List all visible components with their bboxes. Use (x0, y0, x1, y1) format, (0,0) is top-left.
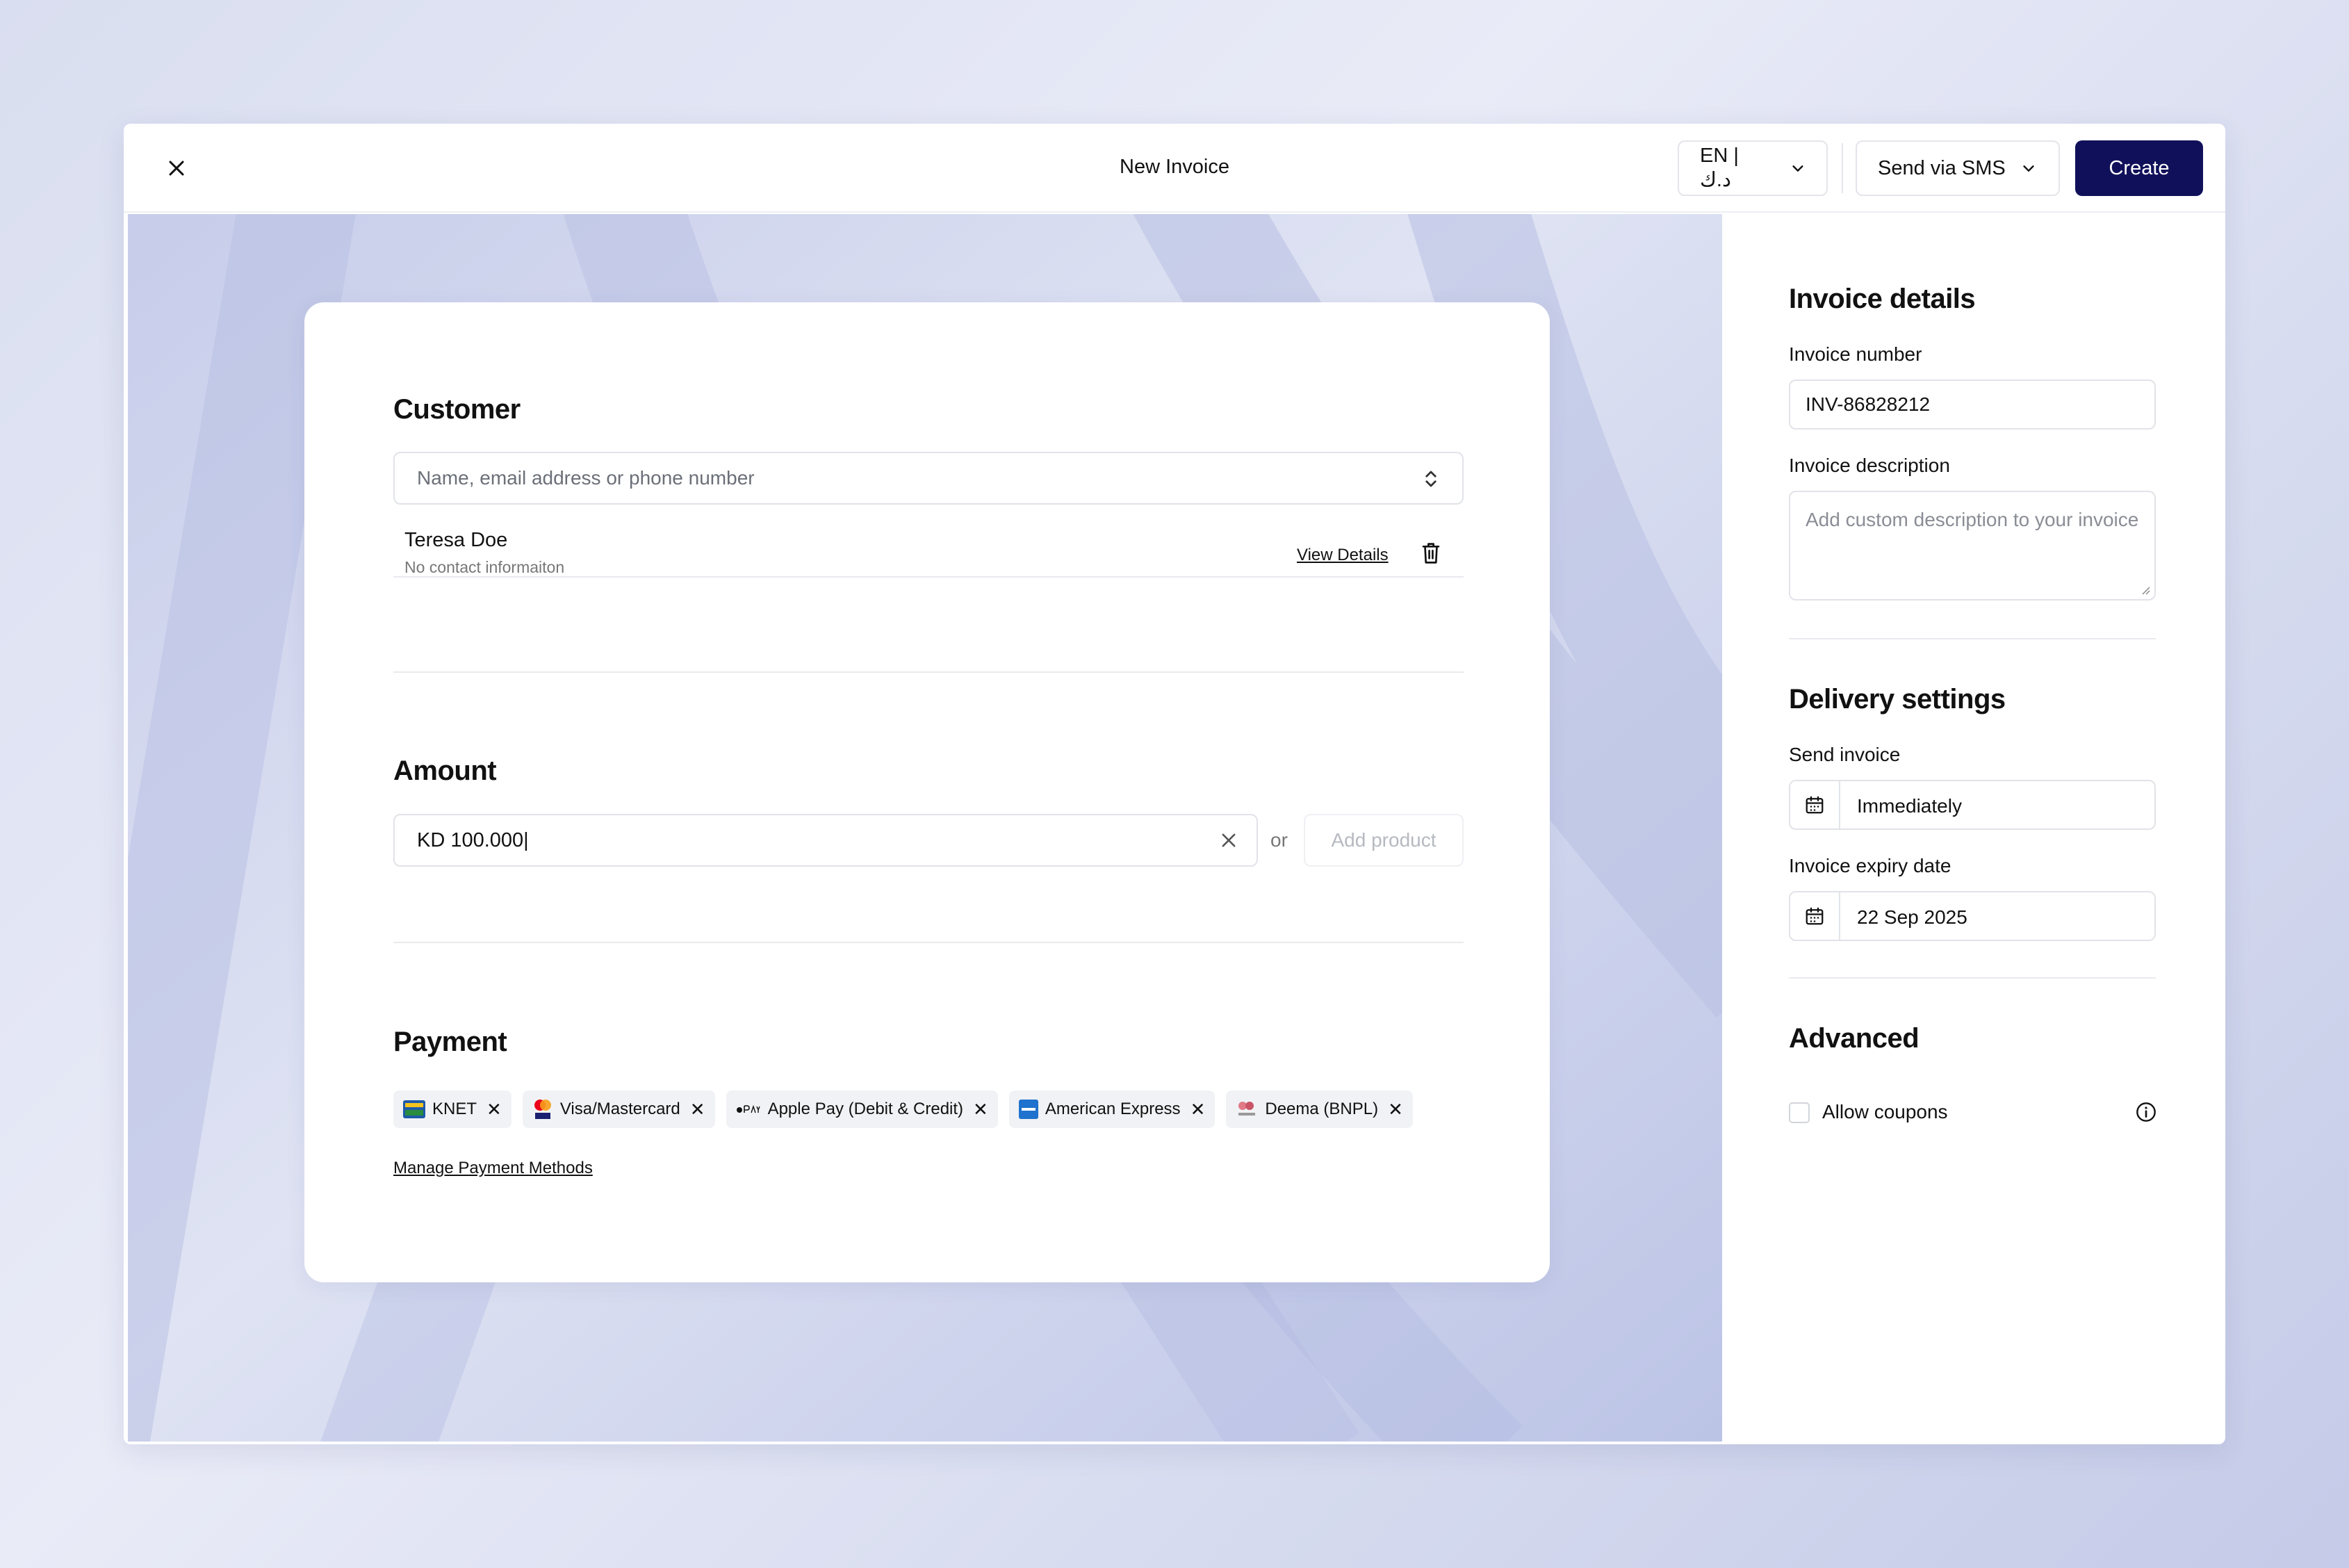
remove-icon[interactable]: ✕ (690, 1099, 705, 1120)
resize-handle-icon[interactable] (2139, 584, 2150, 595)
manage-payment-methods-link[interactable]: Manage Payment Methods (393, 1159, 593, 1178)
deema-icon (1238, 1102, 1256, 1116)
payment-section-title: Payment (393, 1027, 507, 1057)
chevron-up-down-icon (1425, 471, 1437, 487)
invoice-settings-sidebar: Invoice details Invoice number INV-86828… (1722, 214, 2225, 1444)
invoice-window: New Invoice EN | د.ك Send via SMS Create (124, 124, 2225, 1444)
amount-value: KD 100.000| (417, 828, 529, 851)
invoice-details-title: Invoice details (1789, 284, 1976, 314)
customer-contact: No contact informaiton (404, 558, 565, 576)
amount-input[interactable]: KD 100.000| (393, 814, 1258, 867)
send-method-label: Send via SMS (1878, 156, 2006, 179)
payment-chip-apple-pay: Apple Pay (Debit & Credit) ✕ (726, 1091, 998, 1128)
language-currency-select[interactable]: EN | د.ك (1678, 140, 1828, 196)
payment-methods-list: KNET ✕ Visa/Mastercard ✕ Apple Pay (Debi… (393, 1091, 1413, 1128)
calendar-button[interactable] (1790, 781, 1840, 828)
payment-chip-knet: KNET ✕ (393, 1091, 511, 1128)
chevron-down-icon (1792, 165, 1803, 172)
remove-icon[interactable]: ✕ (1388, 1099, 1403, 1120)
add-product-button[interactable]: Add product (1304, 814, 1464, 867)
amount-section-title: Amount (393, 756, 497, 786)
remove-icon[interactable]: ✕ (486, 1099, 502, 1120)
invoice-expiry-label: Invoice expiry date (1789, 855, 1951, 876)
customer-search-placeholder: Name, email address or phone number (417, 467, 755, 489)
customer-section-title: Customer (393, 394, 521, 425)
payment-chip-label: Apple Pay (Debit & Credit) (767, 1100, 964, 1118)
invoice-description-placeholder: Add custom description to your invoice (1806, 509, 2139, 530)
section-divider (393, 942, 1464, 943)
view-details-link[interactable]: View Details (1297, 546, 1389, 565)
invoice-number-label: Invoice number (1789, 343, 1922, 365)
section-divider (1789, 638, 2156, 639)
payment-chip-label: Deema (BNPL) (1265, 1100, 1379, 1118)
advanced-title: Advanced (1789, 1023, 1920, 1054)
section-divider (393, 671, 1464, 673)
create-button[interactable]: Create (2075, 140, 2203, 196)
delivery-settings-title: Delivery settings (1789, 684, 2006, 714)
section-divider (1789, 977, 2156, 979)
invoice-number-input[interactable]: INV-86828212 (1789, 379, 2156, 430)
payment-chip-deema: Deema (BNPL) ✕ (1226, 1091, 1413, 1128)
selected-customer-row: Teresa Doe No contact informaiton View D… (393, 511, 1464, 578)
header-divider (1842, 143, 1843, 193)
calendar-icon (1806, 907, 1824, 925)
info-icon[interactable] (2135, 1101, 2157, 1123)
top-bar: New Invoice EN | د.ك Send via SMS Create (124, 124, 2225, 213)
apple-pay-icon (736, 1104, 760, 1113)
payment-chip-label: KNET (432, 1100, 477, 1118)
send-invoice-label: Send invoice (1789, 744, 1901, 765)
customer-name: Teresa Doe (404, 529, 508, 551)
invoice-number-value: INV-86828212 (1806, 393, 1931, 415)
knet-icon (403, 1100, 425, 1118)
invoice-description-textarea[interactable]: Add custom description to your invoice (1789, 491, 2156, 601)
invoice-expiry-field[interactable]: 22 Sep 2025 (1789, 891, 2156, 941)
payment-chip-amex: American Express ✕ (1008, 1091, 1216, 1128)
invoice-form-card: Customer Name, email address or phone nu… (304, 302, 1550, 1282)
send-invoice-field[interactable]: Immediately (1789, 780, 2156, 830)
amex-icon (1018, 1100, 1038, 1119)
payment-chip-label: Visa/Mastercard (559, 1100, 680, 1118)
allow-coupons-label: Allow coupons (1822, 1101, 1948, 1122)
mastercard-icon (534, 1100, 551, 1119)
payment-chip-visa-mastercard: Visa/Mastercard ✕ (522, 1091, 715, 1128)
calendar-icon (1806, 796, 1824, 814)
remove-icon[interactable]: ✕ (973, 1099, 988, 1120)
customer-search-select[interactable]: Name, email address or phone number (393, 452, 1464, 505)
invoice-description-label: Invoice description (1789, 455, 1950, 476)
clear-icon[interactable] (1219, 831, 1238, 850)
form-canvas: Customer Name, email address or phone nu… (128, 214, 1722, 1442)
calendar-button[interactable] (1790, 892, 1840, 940)
language-currency-label: EN | د.ك (1700, 145, 1739, 191)
send-method-select[interactable]: Send via SMS (1856, 140, 2060, 196)
or-label: or (1270, 829, 1288, 851)
allow-coupons-checkbox[interactable] (1789, 1102, 1810, 1123)
chevron-down-icon (2023, 165, 2034, 172)
send-invoice-value: Immediately (1857, 795, 1962, 817)
invoice-expiry-value: 22 Sep 2025 (1857, 906, 1967, 928)
trash-icon[interactable] (1421, 541, 1441, 565)
remove-icon[interactable]: ✕ (1190, 1099, 1206, 1120)
payment-chip-label: American Express (1045, 1100, 1181, 1118)
